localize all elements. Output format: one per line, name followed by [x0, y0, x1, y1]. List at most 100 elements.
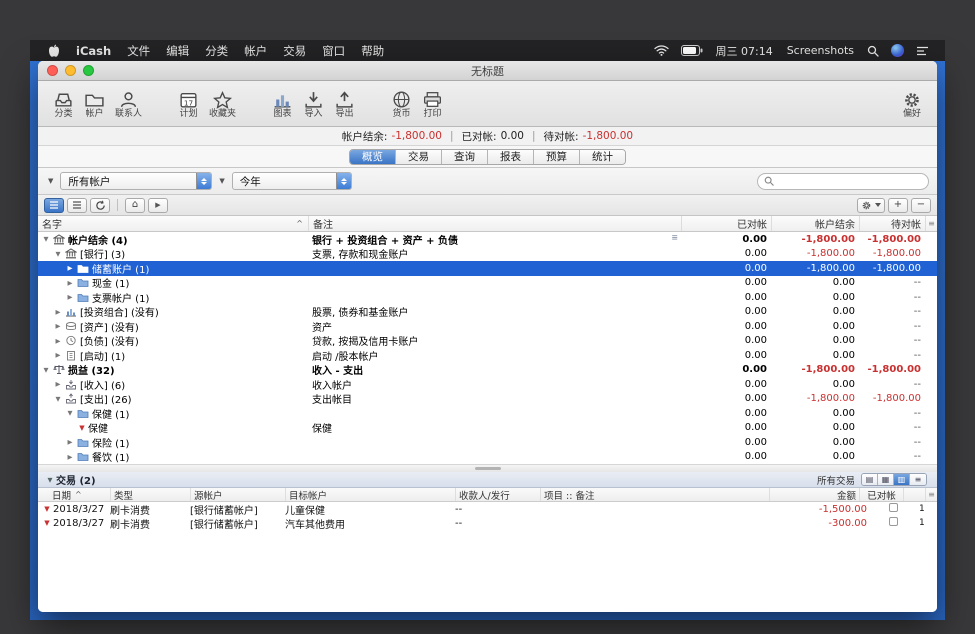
disclosure-expanded-icon[interactable]: ▼ [44, 476, 56, 484]
toolbar-print-button[interactable]: 打印 [417, 88, 448, 120]
menubar-screenshots[interactable]: Screenshots [780, 44, 861, 57]
account-row[interactable]: ▼保健保健0.000.00-- [38, 421, 937, 436]
zoom-button[interactable] [83, 65, 94, 76]
view-mode-3-button[interactable]: ▥ [894, 474, 910, 485]
splitter-handle-icon[interactable] [475, 467, 501, 470]
transaction-column-header[interactable]: 金额 [769, 488, 859, 501]
disclosure-expanded-icon[interactable]: ▼ [40, 235, 52, 243]
toolbar-currency-button[interactable]: 货币 [386, 88, 417, 120]
toolbar-chart-button[interactable]: 图表 [267, 88, 298, 120]
column-header-note[interactable]: 备注 [308, 216, 681, 231]
toolbar-star-button[interactable]: 收藏夹 [204, 88, 241, 120]
transaction-row[interactable]: ▼2018/3/27刷卡消费[银行储蓄帐户]儿童保健---1,500.001 [38, 502, 937, 516]
disclosure-collapsed-icon[interactable]: ▶ [52, 351, 64, 359]
disclosure-collapsed-icon[interactable]: ▶ [64, 438, 76, 446]
tab[interactable]: 统计 [580, 150, 625, 164]
transaction-column-header[interactable]: 类型 [110, 488, 190, 501]
account-row[interactable]: ▶储蓄账户 (1)0.00-1,800.00-1,800.00 [38, 261, 937, 276]
transaction-column-header[interactable]: 目标帐户 [285, 488, 455, 501]
disclosure-collapsed-icon[interactable]: ▶ [52, 322, 64, 330]
disclosure-collapsed-icon[interactable]: ▶ [64, 264, 76, 272]
disclosure-collapsed-icon[interactable]: ▶ [52, 308, 64, 316]
transaction-column-header[interactable]: 已对帐 [859, 488, 903, 501]
transaction-column-header[interactable]: 收款人/发行 [455, 488, 540, 501]
menu-item[interactable]: 窗口 [314, 44, 353, 58]
account-row[interactable]: ▶[负债] (没有)贷款, 按揭及信用卡账户0.000.00-- [38, 334, 937, 349]
account-row[interactable]: ▶[资产] (没有)资产0.000.00-- [38, 319, 937, 334]
remove-button[interactable]: − [911, 198, 931, 213]
wifi-icon[interactable] [648, 45, 675, 56]
disclosure-expanded-icon[interactable]: ▼ [40, 366, 52, 374]
menubar-clock[interactable]: 周三 07:14 [709, 43, 780, 59]
app-menu-title[interactable]: iCash [68, 44, 119, 58]
category-marker-icon[interactable]: ▼ [76, 424, 88, 432]
toolbar-preferences-button[interactable]: 偏好 [897, 88, 927, 120]
disclosure-collapsed-icon[interactable]: ▶ [64, 293, 76, 301]
title-bar[interactable]: 无标题 [38, 61, 937, 81]
disclosure-collapsed-icon[interactable]: ▶ [52, 380, 64, 388]
column-header-balance[interactable]: 帐户结余 [771, 216, 859, 231]
account-row[interactable]: ▶餐饮 (1)0.000.00-- [38, 450, 937, 465]
toolbar-calendar-button[interactable]: 17计划 [173, 88, 204, 120]
account-row[interactable]: ▼保健 (1)0.000.00-- [38, 406, 937, 421]
account-row[interactable]: ▼[支出] (26)支出帐目0.00-1,800.00-1,800.00 [38, 392, 937, 407]
toolbar-import-button[interactable]: 导入 [298, 88, 329, 120]
account-row[interactable]: ▶[收入] (6)收入帐户0.000.00-- [38, 377, 937, 392]
menu-item[interactable]: 帐户 [236, 44, 275, 58]
tab[interactable]: 概览 [350, 150, 396, 164]
reconciled-checkbox[interactable] [889, 517, 898, 526]
disclosure-expanded-icon[interactable]: ▼ [64, 409, 76, 417]
spotlight-search-icon[interactable] [861, 45, 885, 57]
pane-splitter[interactable] [38, 464, 937, 472]
disclosure-collapsed-icon[interactable]: ▶ [64, 453, 76, 461]
account-row[interactable]: ▼[银行] (3)支票, 存款和现金账户0.00-1,800.00-1,800.… [38, 247, 937, 262]
account-row[interactable]: ▶[投资组合] (没有)股票, 债券和基金账户0.000.00-- [38, 305, 937, 320]
notification-center-icon[interactable] [910, 46, 935, 56]
transaction-column-header[interactable]: 日期^ [38, 488, 110, 501]
disclosure-collapsed-icon[interactable]: ▶ [52, 337, 64, 345]
view-mode-4-button[interactable]: ≡ [910, 474, 926, 485]
tab[interactable]: 预算 [534, 150, 580, 164]
list-view-button[interactable] [67, 198, 87, 213]
reconciled-checkbox[interactable] [889, 503, 898, 512]
toolbar-person-button[interactable]: 联系人 [110, 88, 147, 120]
toolbar-export-button[interactable]: 导出 [329, 88, 360, 120]
home-button[interactable]: ⌂ [125, 198, 145, 213]
minimize-button[interactable] [65, 65, 76, 76]
account-filter-dropdown[interactable]: 所有帐户 [60, 172, 212, 190]
disclosure-expanded-icon[interactable]: ▼ [52, 250, 64, 258]
account-row[interactable]: ▶保险 (1)0.000.00-- [38, 435, 937, 450]
menu-item[interactable]: 交易 [275, 44, 314, 58]
column-header-reconciled[interactable]: 已对帐 [681, 216, 771, 231]
account-row[interactable]: ▼损益 (32)收入 - 支出0.00-1,800.00-1,800.00 [38, 363, 937, 378]
column-header-name[interactable]: 名字 ^ [38, 216, 308, 231]
column-options-icon[interactable]: ≡ [925, 216, 937, 231]
siri-icon[interactable] [885, 44, 910, 57]
column-options-icon[interactable]: ≡ [925, 488, 937, 501]
transaction-column-header[interactable]: 项目 :: 备注 [540, 488, 769, 501]
toolbar-tray-button[interactable]: 分类 [48, 88, 79, 120]
battery-icon[interactable] [675, 45, 709, 56]
tab[interactable]: 报表 [488, 150, 534, 164]
search-field[interactable] [757, 173, 929, 190]
transaction-row[interactable]: ▼2018/3/27刷卡消费[银行储蓄帐户]汽车其他费用---300.001 [38, 516, 937, 530]
period-filter-dropdown[interactable]: 今年 [232, 172, 352, 190]
toolbar-folder-button[interactable]: 帐户 [79, 88, 110, 120]
disclosure-collapsed-icon[interactable]: ▶ [64, 279, 76, 287]
actions-menu-button[interactable] [857, 198, 885, 213]
outline-view-button[interactable] [44, 198, 64, 213]
view-mode-2-button[interactable]: ▦ [878, 474, 894, 485]
forward-button[interactable]: ▶ [148, 198, 168, 213]
view-mode-1-button[interactable]: ▤ [862, 474, 878, 485]
account-row[interactable]: ▶支票帐户 (1)0.000.00-- [38, 290, 937, 305]
add-button[interactable]: + [888, 198, 908, 213]
row-menu-icon[interactable]: ≡ [671, 233, 678, 242]
account-row[interactable]: ▶现金 (1)0.000.00-- [38, 276, 937, 291]
menu-item[interactable]: 文件 [119, 44, 158, 58]
tab[interactable]: 交易 [396, 150, 442, 164]
close-button[interactable] [47, 65, 58, 76]
menu-item[interactable]: 分类 [197, 44, 236, 58]
disclosure-expanded-icon[interactable]: ▼ [52, 395, 64, 403]
menu-item[interactable]: 编辑 [158, 44, 197, 58]
apple-menu[interactable] [40, 44, 68, 58]
